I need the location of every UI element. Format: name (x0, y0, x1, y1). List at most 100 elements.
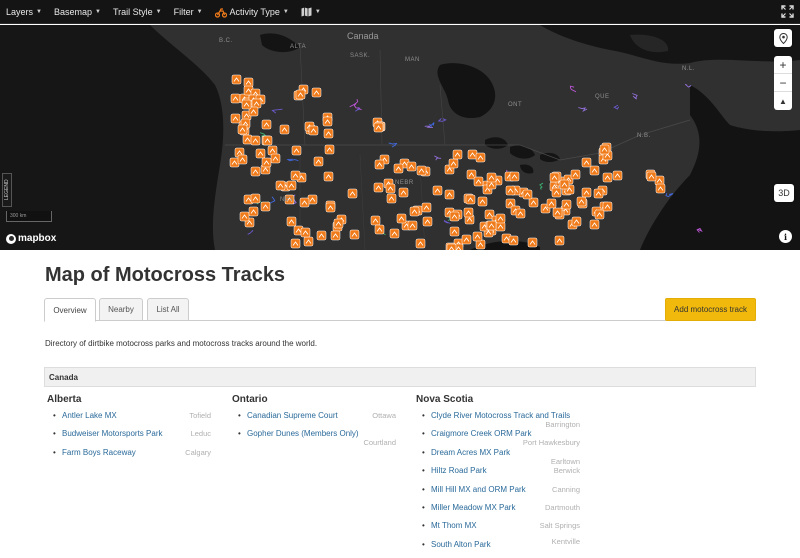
track-marker[interactable] (452, 149, 463, 160)
track-marker[interactable] (448, 158, 459, 169)
track-marker[interactable] (416, 165, 427, 176)
track-marker[interactable] (477, 196, 488, 207)
track-marker[interactable] (251, 98, 262, 109)
track-marker[interactable] (307, 194, 318, 205)
track-marker[interactable] (602, 201, 613, 212)
track-marker[interactable] (594, 209, 605, 220)
track-link[interactable]: Dream Acres MX Park (431, 448, 510, 457)
legend-toggle[interactable]: LEGEND (2, 173, 12, 207)
track-marker[interactable] (475, 239, 486, 250)
track-marker[interactable] (295, 89, 306, 100)
map-canvas[interactable]: Canada B.C. ALTA SASK. MAN ONT QUE N.L. … (0, 25, 800, 250)
track-marker[interactable] (286, 216, 297, 227)
track-marker[interactable] (409, 206, 420, 217)
track-marker[interactable] (465, 194, 476, 205)
info-icon[interactable]: i (779, 230, 792, 243)
track-marker[interactable] (398, 187, 409, 198)
compass-button[interactable]: ▲ (774, 92, 792, 110)
trail-style-menu[interactable]: Trail Style ▼ (107, 0, 168, 24)
track-link[interactable]: Miller Meadow MX Park (431, 503, 515, 512)
track-marker[interactable] (602, 172, 613, 183)
track-marker[interactable] (270, 153, 281, 164)
track-marker[interactable] (486, 220, 497, 231)
track-marker[interactable] (570, 169, 581, 180)
track-marker[interactable] (561, 199, 572, 210)
track-link[interactable]: South Alton Park (431, 540, 491, 549)
track-marker[interactable] (239, 211, 250, 222)
track-marker[interactable] (515, 208, 526, 219)
track-marker[interactable] (467, 149, 478, 160)
track-marker[interactable] (612, 170, 623, 181)
track-marker[interactable] (290, 170, 301, 181)
track-link[interactable]: Canadian Supreme Court (247, 411, 338, 420)
track-marker[interactable] (230, 93, 241, 104)
track-link[interactable]: Hiltz Road Park (431, 466, 487, 475)
track-marker[interactable] (396, 213, 407, 224)
track-marker[interactable] (255, 148, 266, 159)
track-link[interactable]: Mill Hill MX and ORM Park (431, 485, 526, 494)
track-marker[interactable] (422, 216, 433, 227)
track-link[interactable]: Mt Thom MX (431, 521, 477, 530)
track-marker[interactable] (472, 231, 483, 242)
track-marker[interactable] (589, 219, 600, 230)
track-marker[interactable] (303, 236, 314, 247)
track-marker[interactable] (325, 202, 336, 213)
track-link[interactable]: Budweiser Motorsports Park (62, 429, 162, 438)
track-marker[interactable] (495, 221, 506, 232)
track-marker[interactable] (237, 124, 248, 135)
track-marker[interactable] (559, 179, 570, 190)
track-marker[interactable] (415, 238, 426, 249)
track-marker[interactable] (407, 220, 418, 231)
track-marker[interactable] (432, 185, 443, 196)
track-marker[interactable] (449, 226, 460, 237)
track-marker[interactable] (646, 171, 657, 182)
track-marker[interactable] (291, 145, 302, 156)
track-marker[interactable] (237, 154, 248, 165)
3d-toggle-button[interactable]: 3D (774, 184, 794, 202)
track-marker[interactable] (286, 180, 297, 191)
track-marker[interactable] (261, 157, 272, 168)
track-marker[interactable] (333, 218, 344, 229)
track-marker[interactable] (261, 119, 272, 130)
track-marker[interactable] (230, 113, 241, 124)
track-link[interactable]: Gopher Dunes (Members Only) (247, 429, 359, 438)
track-marker[interactable] (599, 144, 610, 155)
track-marker[interactable] (552, 207, 563, 218)
track-marker[interactable] (406, 161, 417, 172)
track-marker[interactable] (243, 77, 254, 88)
track-marker[interactable] (475, 152, 486, 163)
track-marker[interactable] (242, 134, 253, 145)
track-marker[interactable] (313, 156, 324, 167)
track-link[interactable]: Craigmore Creek ORM Park (431, 429, 531, 438)
track-marker[interactable] (370, 215, 381, 226)
track-marker[interactable] (323, 128, 334, 139)
track-marker[interactable] (508, 235, 519, 246)
track-marker[interactable] (290, 238, 301, 249)
track-marker[interactable] (250, 166, 261, 177)
track-marker[interactable] (449, 211, 460, 222)
track-marker[interactable] (486, 172, 497, 183)
track-marker[interactable] (576, 196, 587, 207)
track-marker[interactable] (311, 87, 322, 98)
track-marker[interactable] (571, 216, 582, 227)
track-marker[interactable] (248, 206, 259, 217)
map-menu[interactable]: ▼ (295, 0, 327, 24)
track-marker[interactable] (330, 230, 341, 241)
track-marker[interactable] (386, 193, 397, 204)
track-marker[interactable] (581, 157, 592, 168)
track-marker[interactable] (589, 165, 600, 176)
zoom-out-button[interactable]: − (774, 74, 792, 92)
locate-button[interactable] (774, 29, 792, 47)
track-marker[interactable] (461, 234, 472, 245)
mapbox-logo[interactable]: mapbox (6, 233, 56, 244)
track-marker[interactable] (324, 144, 335, 155)
track-marker[interactable] (551, 187, 562, 198)
track-marker[interactable] (262, 135, 273, 146)
track-marker[interactable] (374, 159, 385, 170)
track-marker[interactable] (373, 122, 384, 133)
track-marker[interactable] (444, 189, 455, 200)
track-marker[interactable] (373, 182, 384, 193)
track-marker[interactable] (275, 180, 286, 191)
track-marker[interactable] (229, 157, 240, 168)
track-marker[interactable] (421, 202, 432, 213)
